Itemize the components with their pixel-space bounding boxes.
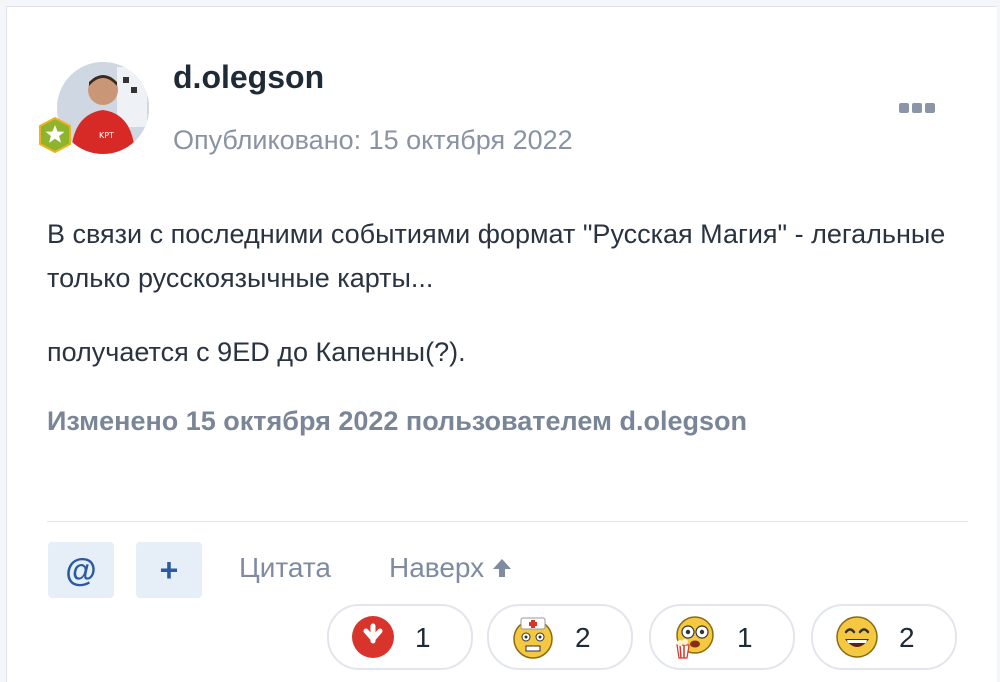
publish-date: Опубликовано: 15 октября 2022 — [173, 125, 573, 155]
post-menu-button[interactable] — [899, 103, 939, 115]
edited-note: Изменено 15 октября 2022 пользователем d… — [47, 406, 747, 436]
reaction-count: 2 — [899, 622, 915, 653]
nurse-face-icon — [513, 617, 553, 659]
downvote-icon — [352, 616, 394, 658]
mention-label: @ — [65, 551, 97, 588]
reaction-count: 1 — [415, 622, 431, 653]
reaction-count: 2 — [575, 622, 591, 653]
svg-text:KPT: KPT — [99, 131, 114, 140]
arrow-up-icon — [493, 559, 512, 577]
reaction-grin[interactable]: 2 — [811, 604, 957, 670]
divider — [47, 521, 968, 522]
add-label: + — [159, 551, 179, 588]
reaction-downvote[interactable]: 1 — [327, 604, 473, 670]
post-body: В связи с последними событиями формат "Р… — [47, 212, 967, 374]
reaction-nurse[interactable]: 2 — [487, 604, 633, 670]
dot-icon — [925, 103, 935, 113]
reaction-count: 1 — [737, 622, 753, 653]
mention-button[interactable]: @ — [48, 542, 114, 598]
reaction-popcorn[interactable]: 1 — [649, 604, 795, 670]
post-paragraph-2: получается с 9ED до Капенны(?). — [47, 337, 466, 367]
post-paragraph-1: В связи с последними событиями формат "Р… — [47, 219, 946, 293]
post-card: KPT d.olegson Опубликовано: 15 октября 2… — [6, 6, 997, 682]
back-to-top-label: Наверх — [389, 552, 485, 583]
grinning-face-icon — [836, 616, 878, 658]
dot-icon — [912, 103, 922, 113]
back-to-top-link[interactable]: Наверх — [389, 552, 514, 584]
rank-star-icon — [37, 116, 73, 154]
popcorn-face-icon — [676, 616, 714, 659]
author-avatar-block[interactable]: KPT — [37, 62, 149, 162]
author-username[interactable]: d.olegson — [173, 59, 324, 96]
dot-icon — [899, 103, 909, 113]
quote-link[interactable]: Цитата — [239, 552, 331, 584]
multiquote-add-button[interactable]: + — [136, 542, 202, 598]
